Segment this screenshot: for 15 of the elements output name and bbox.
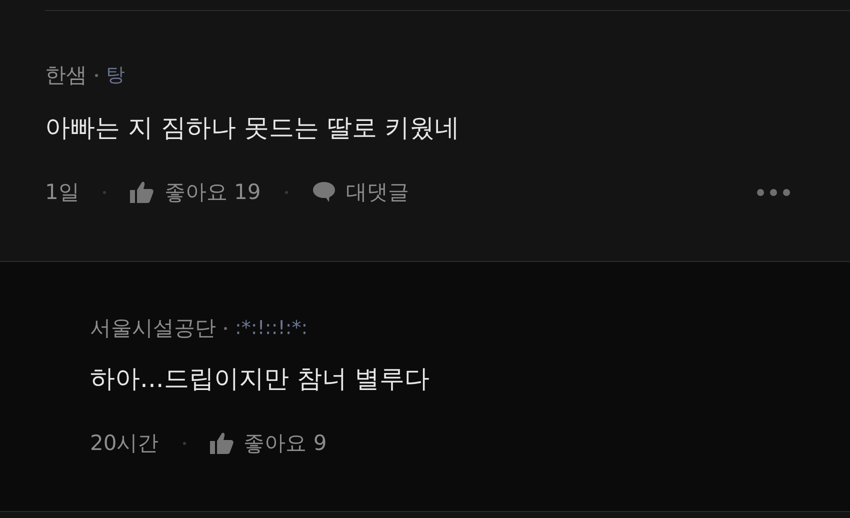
more-icon[interactable]	[757, 188, 790, 196]
user-title-label: :*:!::!:*:	[235, 317, 308, 339]
thumbs-up-icon	[210, 432, 234, 454]
like-button[interactable]: 좋아요 9	[210, 429, 327, 457]
comment-text: 하아...드립이지만 참너 별루다	[90, 363, 431, 395]
speech-bubble-icon	[312, 181, 336, 203]
author-name[interactable]: 서울시설공단	[90, 314, 216, 342]
thumbs-up-icon	[130, 181, 154, 203]
comment-text: 아빠는 지 짐하나 못드는 딸로 키웠네	[45, 112, 461, 144]
reply-button[interactable]: 대댓글	[312, 178, 409, 206]
comment-time: 1일	[45, 179, 80, 206]
author-name[interactable]: 한샘	[45, 61, 87, 89]
like-button[interactable]: 좋아요 19	[130, 178, 261, 206]
user-title-label: 탕	[106, 63, 125, 88]
comment-time: 20시간	[90, 430, 159, 457]
